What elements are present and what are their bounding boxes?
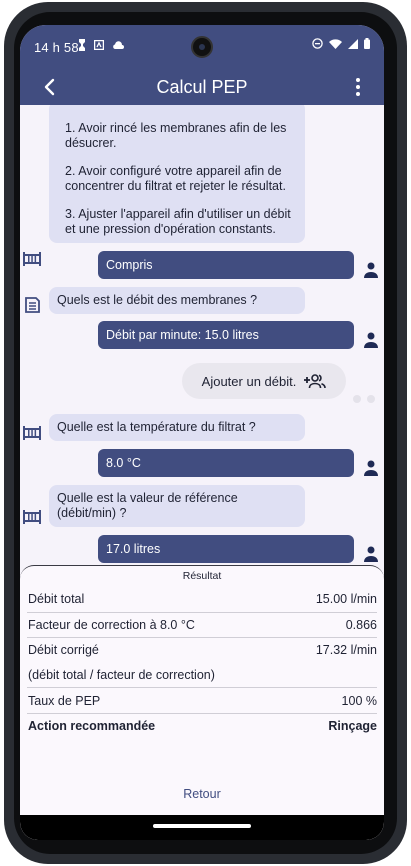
result-row-formula: (débit total / facteur de correction) [27,662,377,687]
user-message-debit: Débit par minute: 15.0 litres [98,321,354,349]
result-label: Débit total [28,592,85,606]
membrane-icon [23,252,41,266]
result-row-taux-pep: Taux de PEP 100 % [27,688,377,713]
membrane-icon [23,510,41,524]
person-icon [364,460,378,476]
result-value: 100 % [341,694,377,708]
bot-question-debit: Quels est le débit des membranes ? [49,287,305,314]
battery-icon [364,38,370,49]
power-button [403,320,407,410]
notification-icon [79,39,85,51]
wifi-icon [329,38,342,49]
result-label: (débit total / facteur de correction) [28,668,215,682]
bot-question-temperature: Quelle est la température du filtrat ? [49,414,305,441]
result-label: Débit corrigé [28,643,99,657]
chat-area[interactable]: 1. Avoir rincé les membranes afin de les… [20,105,384,565]
typing-indicator [353,395,375,403]
back-button[interactable]: Retour [20,787,384,801]
instruction-1: 1. Avoir rincé les membranes afin de les… [65,121,287,150]
user-message-temperature: 8.0 °C [98,449,354,477]
status-system-icons [312,38,370,49]
user-message-reference: 17.0 litres [98,535,354,563]
front-camera [191,36,213,58]
result-value: 15.00 l/min [315,592,377,606]
result-row-action: Action recommandée Rinçage [27,713,377,738]
navigation-bar [20,815,384,840]
app-bar: Calcul PEP [20,69,384,105]
instruction-3: 3. Ajuster l'appareil afin d'utiliser un… [65,207,291,236]
add-debit-label: Ajouter un débit. [201,373,297,389]
add-debit-button[interactable]: Ajouter un débit. [182,363,346,399]
instruction-2: 2. Avoir configuré votre appareil afin d… [65,164,286,193]
do-not-disturb-icon [312,38,323,49]
result-row-debit-total: Débit total 15.00 l/min [27,586,377,611]
result-value: 17.32 l/min [315,643,377,657]
person-icon [364,262,378,278]
result-sheet: Résultat Débit total 15.00 l/min Facteur… [20,565,384,840]
person-icon [364,332,378,348]
home-indicator[interactable] [153,824,251,828]
more-vert-icon[interactable] [346,75,370,99]
result-label: Facteur de correction à 8.0 °C [28,618,195,632]
status-time: 14 h 58 [34,40,79,55]
group-add-icon [304,374,327,389]
membrane-icon [23,426,41,440]
result-row-facteur: Facteur de correction à 8.0 °C 0.866 [27,612,377,637]
status-bar: 14 h 58 [20,25,384,69]
bot-question-reference: Quelle est la valeur de référence (débit… [49,485,305,527]
result-title: Résultat [182,570,222,582]
result-value: 0.866 [345,618,377,632]
screen: 14 h 58 Calcul PEP 1. Avoir rincé les me… [20,25,384,840]
result-label: Taux de PEP [28,694,101,708]
result-row-debit-corrige: Débit corrigé 17.32 l/min [27,637,377,662]
app-notification-icon [94,40,104,50]
person-icon [364,546,378,562]
bot-message-instructions: 1. Avoir rincé les membranes afin de les… [49,105,305,243]
result-label: Action recommandée [28,719,156,733]
status-notifications [78,39,124,51]
user-message-compris: Compris [98,251,354,279]
signal-icon [348,38,358,49]
cloud-icon [113,40,124,49]
volume-button [403,212,407,268]
page-title: Calcul PEP [156,77,248,97]
flow-icon [25,297,40,313]
result-value: Rinçage [328,719,377,733]
